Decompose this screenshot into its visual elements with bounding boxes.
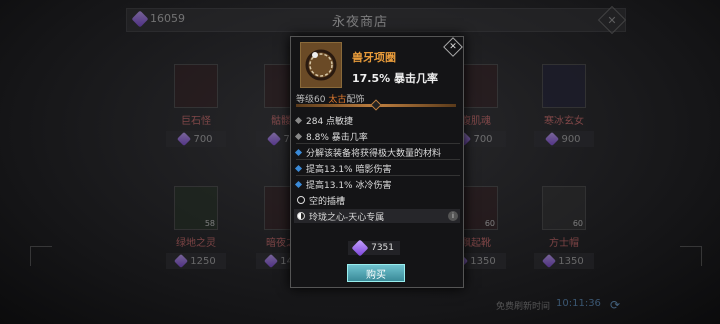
gem-icon bbox=[267, 131, 282, 147]
refresh-icon[interactable]: ⟳ bbox=[610, 298, 620, 312]
bullet-icon bbox=[294, 116, 303, 125]
item-icon: 58 bbox=[174, 186, 218, 230]
item-icon bbox=[542, 64, 586, 108]
unique-line: 玲珑之心-天心专属 bbox=[294, 209, 460, 223]
stat-line: 8.8% 暴击几率 bbox=[294, 130, 368, 143]
frame-corner bbox=[30, 246, 52, 266]
frame-corner bbox=[680, 246, 702, 266]
item-icon: 60 bbox=[542, 186, 586, 230]
slot-name: 绿地之灵 bbox=[176, 238, 216, 249]
slot-name: 方士帽 bbox=[549, 238, 579, 249]
gem-icon bbox=[174, 253, 189, 269]
socket-line: 空的插槽 bbox=[294, 193, 460, 207]
shop-slot[interactable]: 寒冰玄女 900 bbox=[534, 64, 594, 147]
shop-slot[interactable]: 巨石怪 700 bbox=[166, 64, 226, 147]
gem-icon bbox=[177, 131, 192, 147]
close-icon: ✕ bbox=[449, 42, 457, 52]
slot-price: 700 bbox=[166, 131, 226, 147]
affix-line: 提高13.1% 暗影伤害 bbox=[294, 162, 391, 175]
divider bbox=[296, 143, 460, 144]
close-icon: ✕ bbox=[607, 13, 617, 27]
bullet-icon bbox=[294, 132, 303, 141]
shop-screen: 16059 永夜商店 ✕ 巨石怪 700 骷髅脸 700 腹肌魂 700 寒冰玄… bbox=[0, 0, 720, 324]
divider bbox=[296, 175, 460, 176]
slot-name: 寒冰玄女 bbox=[544, 116, 584, 127]
info-icon[interactable]: i bbox=[448, 211, 458, 221]
refresh-timer: 10:11:36 bbox=[556, 298, 601, 309]
slot-price: 900 bbox=[534, 131, 594, 147]
slot-price: 1350 bbox=[534, 253, 594, 269]
gem-icon bbox=[545, 131, 560, 147]
bullet-icon bbox=[294, 148, 303, 157]
yin-yang-icon bbox=[297, 212, 305, 220]
item-main-stat: 17.5% 暴击几率 bbox=[352, 72, 438, 85]
empty-socket-icon bbox=[297, 196, 305, 204]
bullet-icon bbox=[294, 164, 303, 173]
slot-price: 1250 bbox=[166, 253, 226, 269]
affix-line: 提高13.1% 冰冷伤害 bbox=[294, 178, 391, 191]
refresh-label: 免费刷新时间 bbox=[496, 302, 551, 312]
item-name: 兽牙项圈 bbox=[352, 51, 396, 64]
stat-line: 284 点敏捷 bbox=[294, 114, 353, 127]
bullet-icon bbox=[294, 180, 303, 189]
slot-name: 巨石怪 bbox=[181, 116, 211, 127]
shop-slot[interactable]: 58 绿地之灵 1250 bbox=[166, 186, 226, 269]
item-icon bbox=[174, 64, 218, 108]
affix-line: 分解该装备将获得极大数量的材料 bbox=[294, 146, 441, 159]
shop-slot[interactable]: 60 方士帽 1350 bbox=[534, 186, 594, 269]
gem-icon bbox=[542, 253, 557, 269]
necklace-icon bbox=[305, 49, 337, 81]
gem-icon bbox=[264, 253, 279, 269]
buy-button[interactable]: 购买 bbox=[347, 264, 405, 282]
item-icon bbox=[300, 42, 342, 88]
divider bbox=[296, 159, 460, 160]
